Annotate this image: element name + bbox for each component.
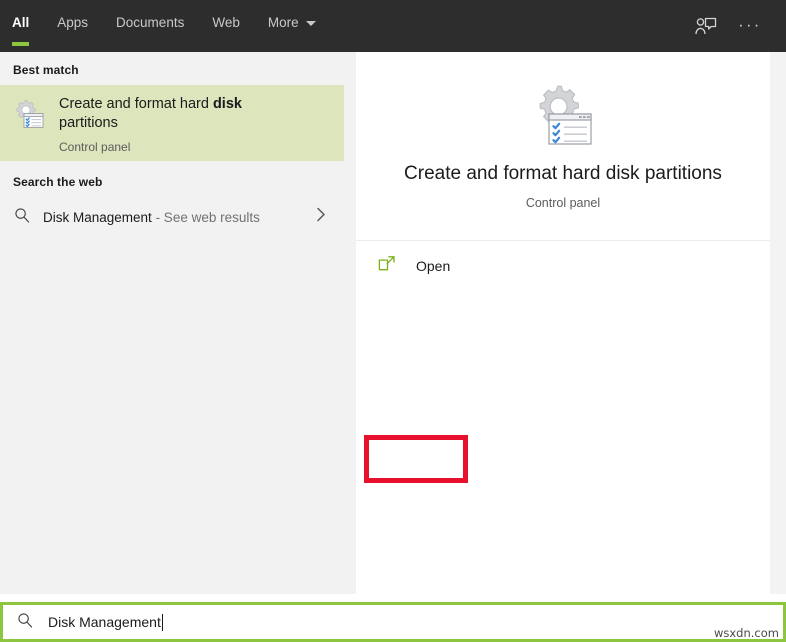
open-external-icon <box>378 255 396 278</box>
topbar-actions: ··· <box>684 0 786 52</box>
tab-web[interactable]: Web <box>212 0 254 52</box>
open-button-label: Open <box>416 258 451 274</box>
tab-apps[interactable]: Apps <box>57 0 102 52</box>
open-button-highlight-annotation <box>364 435 468 483</box>
tab-more[interactable]: More <box>268 0 330 52</box>
search-input[interactable]: Disk Management <box>48 614 161 630</box>
chevron-right-icon[interactable] <box>316 207 326 228</box>
chevron-down-icon <box>305 21 316 26</box>
more-options-button[interactable]: ··· <box>728 0 786 52</box>
web-result-query: Disk Management <box>43 209 152 225</box>
result-item-web-search[interactable]: Disk Management - See web results <box>0 197 344 237</box>
tab-documents-label: Documents <box>116 15 185 31</box>
tab-more-label: More <box>267 15 299 31</box>
windows-search-panel: All Apps Documents Web More ··· Best mat… <box>0 0 786 642</box>
web-result-label: Disk Management - See web results <box>43 210 260 225</box>
preview-card: Create and format hard disk partitions C… <box>356 52 770 241</box>
feedback-button[interactable] <box>684 0 728 52</box>
best-match-title-prefix: Create and format hard <box>59 96 213 112</box>
search-icon <box>14 207 30 228</box>
best-match-title: Create and format hard disk partitions <box>59 95 259 133</box>
feedback-person-icon <box>695 17 717 35</box>
web-result-suffix: - See web results <box>151 209 260 225</box>
results-list-pane: Best match Create and format hard disk p… <box>0 52 344 594</box>
tab-all-label: All <box>12 15 30 31</box>
best-match-title-suffix: partitions <box>59 115 118 131</box>
preview-pane: Create and format hard disk partitions C… <box>356 52 770 594</box>
tab-list: All Apps Documents Web More <box>0 0 344 52</box>
search-icon <box>17 612 33 633</box>
result-item-best-match[interactable]: Create and format hard disk partitions C… <box>0 85 344 161</box>
preview-title: Create and format hard disk partitions <box>404 163 722 184</box>
tab-apps-label: Apps <box>57 15 89 31</box>
search-the-web-header: Search the web <box>13 175 103 189</box>
tab-all[interactable]: All <box>12 0 43 52</box>
pane-right-edge-strip <box>770 52 786 594</box>
watermark: wsxdn.com <box>713 626 779 640</box>
preview-subtitle: Control panel <box>525 196 601 210</box>
open-button[interactable]: Open <box>356 247 546 285</box>
disk-management-icon <box>527 84 599 146</box>
best-match-text: Create and format hard disk partitions C… <box>59 94 259 154</box>
best-match-title-bold: disk <box>212 96 242 112</box>
tab-web-label: Web <box>212 15 240 31</box>
preview-actions: Open <box>356 241 770 483</box>
text-cursor <box>161 613 163 631</box>
tab-documents[interactable]: Documents <box>116 0 198 52</box>
disk-management-icon <box>13 98 45 130</box>
search-input-container[interactable]: Disk Management <box>0 602 786 642</box>
search-filter-tabbar: All Apps Documents Web More ··· <box>0 0 786 52</box>
searchbar-gap <box>0 594 786 602</box>
best-match-subtitle: Control panel <box>59 140 131 154</box>
best-match-header: Best match <box>13 63 79 77</box>
